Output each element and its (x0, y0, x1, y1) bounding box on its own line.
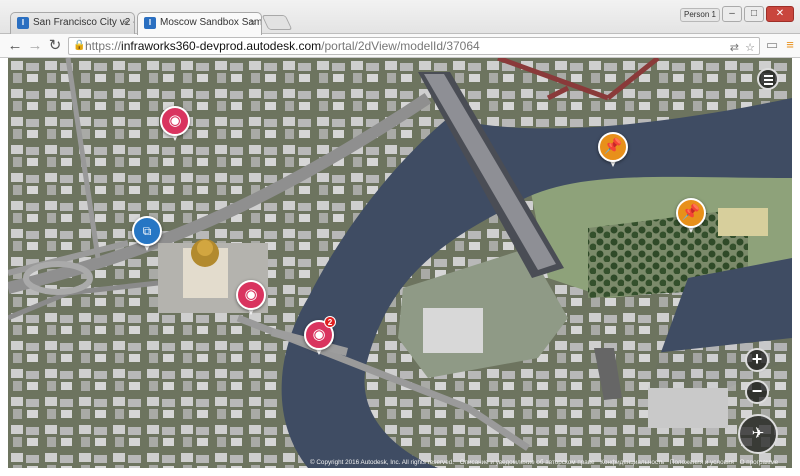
footer-link-privacy[interactable]: Конфиденциальность (600, 459, 664, 466)
back-arrow-icon[interactable]: ← (6, 37, 24, 55)
pin-marker-2[interactable]: 📌 (676, 198, 706, 236)
footer-link-about[interactable]: О программе (740, 459, 779, 466)
url-path: /portal/2dView/modelId/37064 (321, 39, 480, 53)
footer-link-copyright[interactable]: Описание и уведомление об авторском прав… (460, 459, 595, 466)
cube-icon: ⧉ (132, 216, 162, 246)
minimize-button[interactable]: – (722, 6, 742, 22)
tab-title: Moscow Sandbox Sample (160, 17, 262, 28)
browser-toolbar: ← → ↻ 🔒 https://infraworks360-devprod.au… (0, 34, 800, 58)
copyright-text: © Copyright 2016 Autodesk, Inc. All righ… (310, 459, 454, 466)
autodesk-favicon-icon: I (17, 17, 29, 29)
lock-icon: 🔒 (73, 40, 86, 51)
forward-arrow-icon[interactable]: → (26, 37, 44, 55)
eye-icon: ◉ (236, 280, 266, 310)
tab-moscow-sandbox[interactable]: I Moscow Sandbox Sample × (137, 12, 262, 35)
url-scheme: https:// (85, 39, 122, 53)
map-footer: © Copyright 2016 Autodesk, Inc. All righ… (310, 457, 792, 468)
pin-view-2[interactable]: ◉ (236, 280, 266, 318)
browser-titlebar: I San Francisco City v2 - Bet × I Moscow… (0, 0, 800, 35)
extension-icon[interactable]: ▭ (764, 37, 780, 53)
notification-badge: 2 (324, 316, 336, 328)
chrome-menu-icon[interactable]: ≡ (782, 37, 798, 52)
pushpin-icon: 📌 (598, 132, 628, 162)
pin-marker-1[interactable]: 📌 (598, 132, 628, 170)
autodesk-favicon-icon: I (144, 17, 156, 29)
new-tab-button[interactable] (261, 15, 293, 30)
footer-link-terms[interactable]: Положения и условия (670, 459, 734, 466)
tab-title: San Francisco City v2 - Bet (33, 17, 134, 28)
pin-view-1[interactable]: ◉ (160, 106, 190, 144)
url-domain: infraworks360-devprod.autodesk.com (121, 39, 322, 53)
pushpin-icon: 📌 (676, 198, 706, 228)
close-tab-icon[interactable]: × (123, 13, 129, 33)
reload-icon[interactable]: ↻ (46, 37, 64, 55)
translate-icon[interactable]: ⇄ (730, 40, 739, 56)
close-tab-icon[interactable]: × (250, 13, 256, 33)
zoom-out-button[interactable]: − (745, 380, 769, 404)
profile-button[interactable]: Person 1 (680, 8, 720, 22)
map-orientation-icon[interactable]: ✈ (738, 414, 778, 454)
zoom-in-button[interactable]: + (745, 348, 769, 372)
aerial-map-imagery (8, 58, 792, 468)
eye-icon: ◉ (160, 106, 190, 136)
tab-san-francisco[interactable]: I San Francisco City v2 - Bet × (10, 12, 135, 34)
maximize-button[interactable]: □ (744, 6, 764, 22)
close-window-button[interactable]: ✕ (766, 6, 794, 22)
address-bar[interactable]: 🔒 https://infraworks360-devprod.autodesk… (68, 37, 760, 55)
bookmark-star-icon[interactable]: ☆ (745, 40, 755, 56)
hamburger-menu-icon[interactable] (757, 68, 779, 90)
pin-3d-model[interactable]: ⧉ (132, 216, 162, 254)
pin-view-3[interactable]: ◉ 2 (304, 316, 336, 358)
map-viewport[interactable]: ◉ ⧉ ◉ ◉ 2 📌 📌 + − ✈ © Copyright 2016 Aut… (8, 58, 792, 468)
